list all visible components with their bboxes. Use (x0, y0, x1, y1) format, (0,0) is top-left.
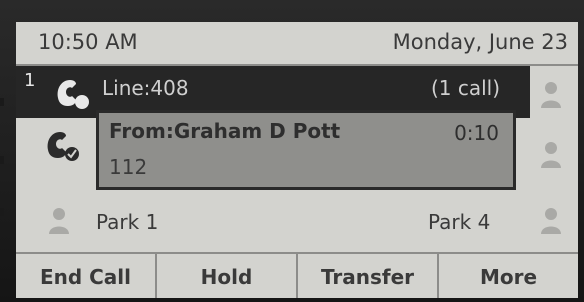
line-call-count: (1 call) (430, 76, 500, 100)
clock-date: Monday, June 23 (392, 30, 568, 54)
more-button[interactable]: More (439, 254, 578, 298)
person-icon (541, 82, 561, 108)
person-icon (541, 142, 561, 168)
end-call-button[interactable]: End Call (16, 254, 157, 298)
person-icon (541, 208, 561, 234)
person-icon (49, 208, 69, 234)
park-4-label[interactable]: Park 4 (428, 210, 490, 234)
transfer-button[interactable]: Transfer (298, 254, 439, 298)
call-timer: 0:10 (454, 121, 499, 145)
hold-button[interactable]: Hold (157, 254, 298, 298)
caller-number: 112 (109, 155, 148, 179)
line-key-mark (0, 98, 4, 106)
phone-screen: 10:50 AM Monday, June 23 1 Line:408 (1 c… (16, 22, 578, 298)
phone-handset-icon (57, 80, 89, 109)
active-call-panel[interactable]: From:Graham D Pott 0:10 112 (96, 110, 516, 190)
caller-name: From:Graham D Pott (109, 119, 341, 143)
softkey-bar: End Call Hold Transfer More (16, 252, 578, 298)
status-bar: 10:50 AM Monday, June 23 (16, 22, 578, 66)
clock-time: 10:50 AM (38, 30, 138, 54)
line-key-mark (0, 156, 4, 164)
phone-handset-check-icon (47, 132, 79, 161)
line-key-mark (0, 208, 4, 216)
line-label: Line:408 (102, 76, 189, 100)
line-number: 1 (24, 70, 36, 91)
park-1-label[interactable]: Park 1 (96, 210, 158, 234)
